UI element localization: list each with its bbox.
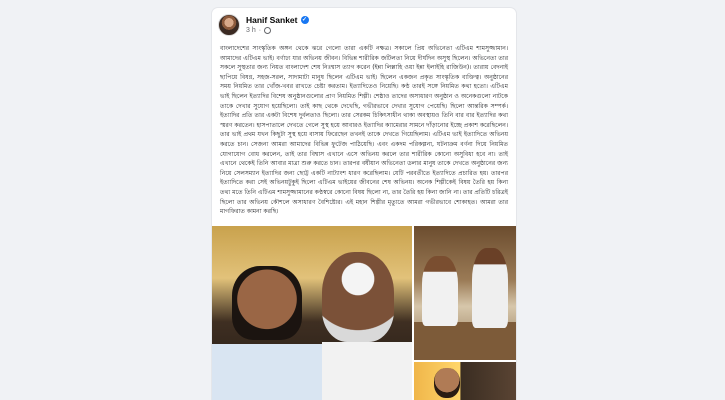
photo-3-person	[434, 368, 460, 398]
author-name-row: Hanif Sanket ✓	[246, 15, 309, 25]
photo-1-right-person-shirt	[322, 342, 412, 400]
post-meta: 3 h ·	[246, 27, 272, 34]
photo-1-left-person	[232, 266, 302, 340]
globe-icon	[264, 27, 272, 34]
author-avatar[interactable]	[218, 14, 240, 36]
photo-2-right-person	[472, 248, 508, 328]
post-card: Hanif Sanket ✓ 3 h · বাংলাদেশের সাংস্কৃত…	[212, 8, 516, 400]
photo-3[interactable]	[414, 362, 516, 400]
post-header: Hanif Sanket ✓ 3 h ·	[218, 14, 510, 40]
photo-1-left-person-shirt	[212, 344, 322, 400]
author-name[interactable]: Hanif Sanket	[246, 15, 298, 25]
post-timestamp[interactable]: 3 h	[246, 27, 256, 34]
photo-2[interactable]	[414, 226, 516, 360]
photo-1[interactable]	[212, 226, 412, 400]
photo-2-left-person	[422, 256, 458, 326]
verified-badge-icon: ✓	[300, 16, 309, 24]
photo-grid	[212, 226, 516, 400]
photo-1-right-person	[322, 252, 394, 342]
meta-separator: ·	[258, 27, 262, 34]
post-body: বাংলাদেশের সাংস্কৃতিক অঙ্গন থেকে ঝরে গেল…	[220, 45, 508, 216]
